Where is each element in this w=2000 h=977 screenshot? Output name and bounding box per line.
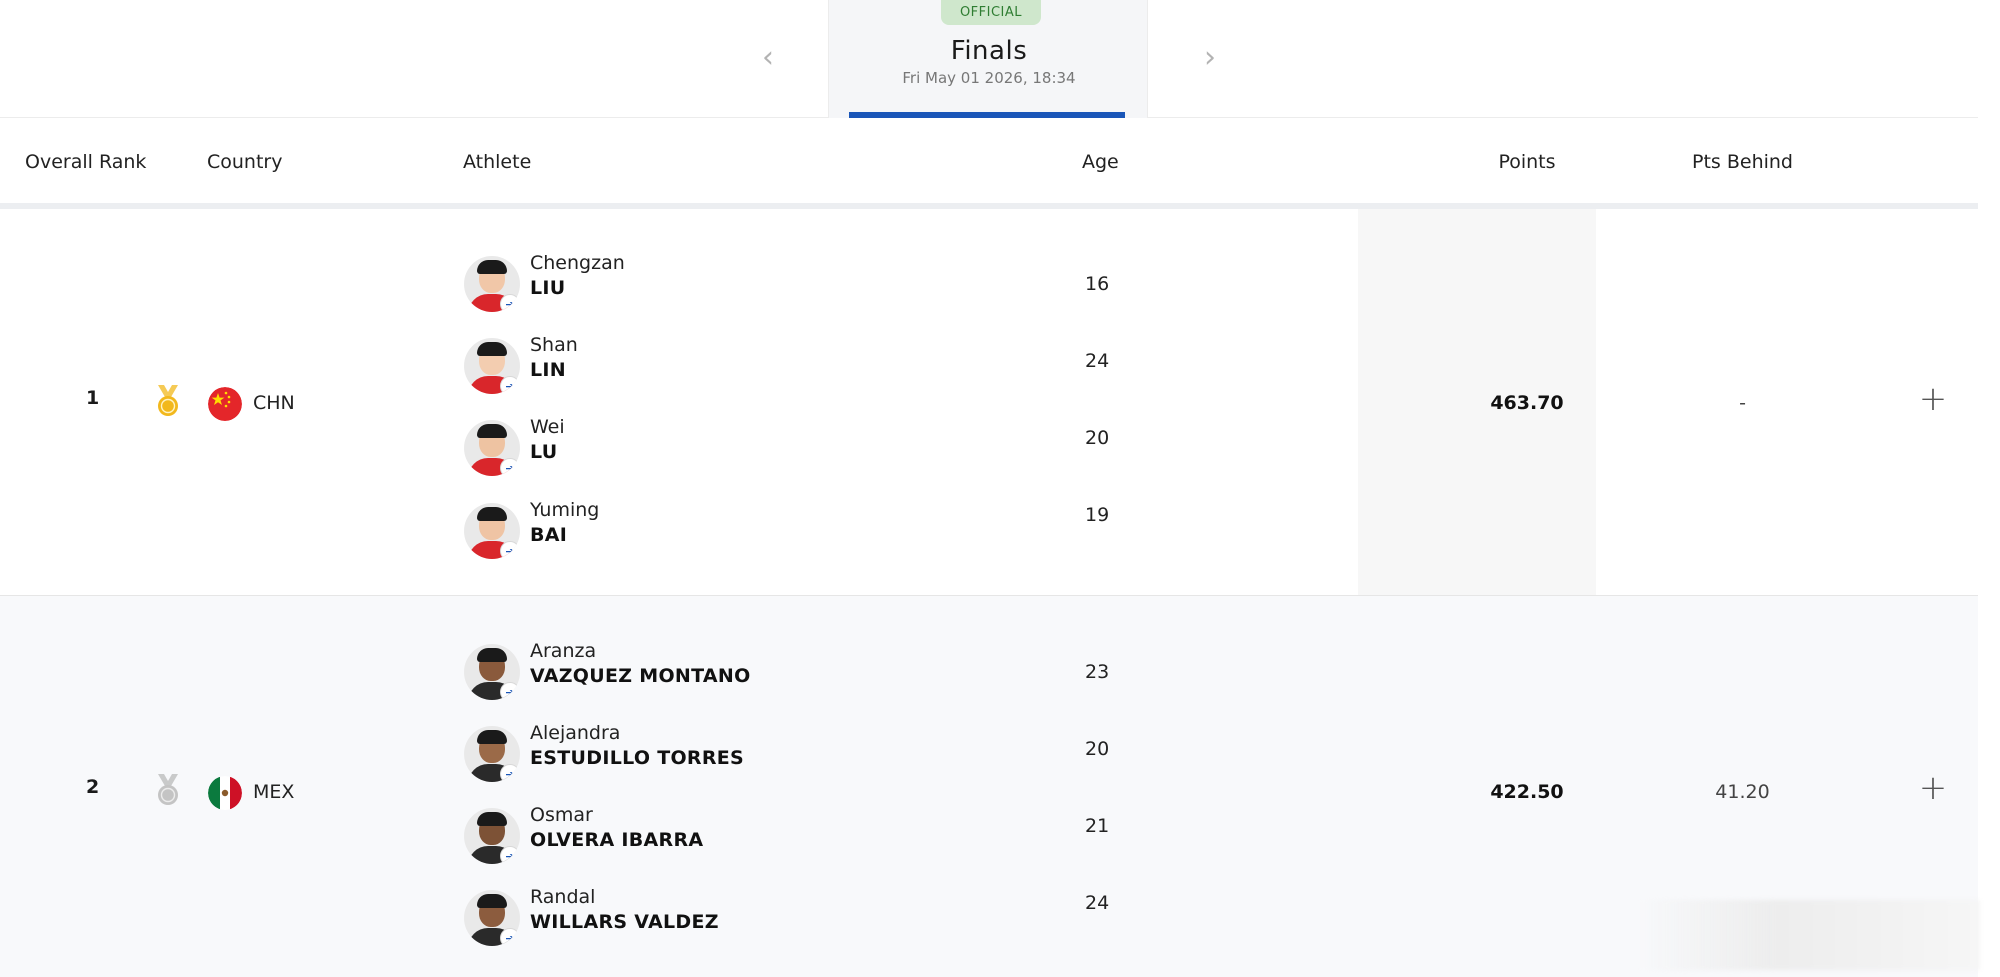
- athlete-last-name: BAI: [530, 524, 568, 546]
- expand-row-plus-icon[interactable]: +: [1918, 379, 1948, 419]
- athlete-entry[interactable]: ➔ Shan LIN: [464, 334, 1064, 394]
- athlete-age: 23: [1085, 661, 1110, 683]
- header-overall-rank[interactable]: Overall Rank: [25, 151, 146, 173]
- athlete-last-name: LU: [530, 441, 558, 463]
- athlete-avatar: ➔: [464, 338, 520, 394]
- arrow-right-icon: ➔: [500, 458, 520, 476]
- team-points: 422.50: [1490, 781, 1564, 803]
- athlete-entry[interactable]: ➔ Alejandra ESTUDILLO TORRES: [464, 722, 1064, 782]
- athlete-last-name: VAZQUEZ MONTANO: [530, 665, 751, 687]
- header-country[interactable]: Country: [207, 151, 282, 173]
- athlete-avatar: ➔: [464, 890, 520, 946]
- overall-rank: 2: [86, 776, 100, 798]
- phase-datetime: Fri May 01 2026, 18:34: [902, 69, 1076, 87]
- athlete-age: 16: [1085, 273, 1110, 295]
- phase-tab-finals[interactable]: OFFICIAL Finals Fri May 01 2026, 18:34: [828, 0, 1148, 118]
- athlete-entry[interactable]: ➔ Randal WILLARS VALDEZ: [464, 886, 1064, 946]
- athlete-entry[interactable]: ➔ Chengzan LIU: [464, 252, 1064, 312]
- official-badge: OFFICIAL: [941, 0, 1041, 25]
- previous-phase-arrow-icon[interactable]: ‹: [754, 40, 782, 76]
- mexico-flag-icon: [208, 776, 242, 810]
- athlete-last-name: LIN: [530, 359, 566, 381]
- athlete-age: 24: [1085, 892, 1110, 914]
- athlete-last-name: ESTUDILLO TORRES: [530, 747, 745, 769]
- athlete-age: 21: [1085, 815, 1110, 837]
- table-row[interactable]: 1 CHN ➔ Chengzan LIU 16 ➔ Shan LIN 24 ➔ …: [0, 209, 1978, 596]
- arrow-right-icon: ➔: [500, 294, 520, 312]
- team-points: 463.70: [1490, 392, 1564, 414]
- header-athlete[interactable]: Athlete: [463, 151, 1063, 211]
- athlete-entry[interactable]: ➔ Osmar OLVERA IBARRA: [464, 804, 1064, 864]
- athlete-first-name: Shan: [530, 334, 578, 356]
- arrow-right-icon: ➔: [500, 846, 520, 864]
- athlete-first-name: Randal: [530, 886, 596, 908]
- blurred-overlay-artifact: [1640, 900, 1980, 970]
- athlete-first-name: Wei: [530, 416, 565, 438]
- arrow-right-icon: ➔: [500, 376, 520, 394]
- athlete-entry[interactable]: ➔ Wei LU: [464, 416, 1064, 476]
- athlete-last-name: OLVERA IBARRA: [530, 829, 704, 851]
- athlete-entry[interactable]: ➔ Aranza VAZQUEZ MONTANO: [464, 640, 1064, 700]
- athlete-avatar: ➔: [464, 256, 520, 312]
- athlete-first-name: Yuming: [530, 499, 600, 521]
- athlete-age: 20: [1085, 427, 1110, 449]
- athlete-avatar: ➔: [464, 808, 520, 864]
- athlete-avatar: ➔: [464, 726, 520, 782]
- china-flag-icon: [208, 387, 242, 421]
- athlete-avatar: ➔: [464, 644, 520, 700]
- arrow-right-icon: ➔: [500, 541, 520, 559]
- overall-rank: 1: [86, 387, 100, 409]
- athlete-avatar: ➔: [464, 503, 520, 559]
- athlete-age: 24: [1085, 350, 1110, 372]
- header-age[interactable]: Age: [1082, 151, 1119, 173]
- header-pts-behind[interactable]: Pts Behind: [1660, 151, 1825, 173]
- points-behind: -: [1739, 392, 1746, 414]
- athlete-entry[interactable]: ➔ Yuming BAI: [464, 499, 1064, 559]
- athlete-avatar: ➔: [464, 420, 520, 476]
- table-header: Overall Rank Country Athlete Age Points …: [0, 119, 1978, 209]
- silver-medal-icon: [158, 774, 178, 805]
- athlete-first-name: Chengzan: [530, 252, 625, 274]
- arrow-right-icon: ➔: [500, 764, 520, 782]
- athlete-age: 19: [1085, 504, 1110, 526]
- expand-row-plus-icon[interactable]: +: [1918, 768, 1948, 808]
- phase-selector: ‹ OFFICIAL Finals Fri May 01 2026, 18:34…: [0, 0, 1978, 118]
- next-phase-arrow-icon[interactable]: ›: [1196, 40, 1224, 76]
- results-page: ‹ OFFICIAL Finals Fri May 01 2026, 18:34…: [0, 0, 2000, 977]
- country-code: CHN: [253, 392, 295, 414]
- points-behind: 41.20: [1715, 781, 1770, 803]
- header-points[interactable]: Points: [1442, 151, 1612, 173]
- phase-title: Finals: [950, 36, 1028, 66]
- athlete-last-name: WILLARS VALDEZ: [530, 911, 719, 933]
- arrow-right-icon: ➔: [500, 928, 520, 946]
- athlete-last-name: LIU: [530, 277, 566, 299]
- country-code: MEX: [253, 781, 295, 803]
- active-tab-indicator: [849, 112, 1125, 118]
- athlete-age: 20: [1085, 738, 1110, 760]
- athlete-first-name: Alejandra: [530, 722, 621, 744]
- gold-medal-icon: [158, 385, 178, 416]
- athlete-first-name: Osmar: [530, 804, 593, 826]
- arrow-right-icon: ➔: [500, 682, 520, 700]
- athlete-first-name: Aranza: [530, 640, 597, 662]
